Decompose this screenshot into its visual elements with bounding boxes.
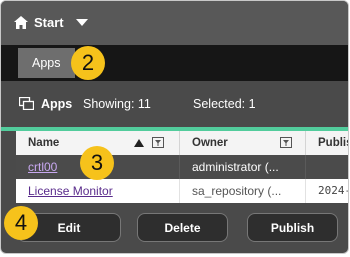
app-name-link[interactable]: License Monitor xyxy=(28,184,113,198)
cell-owner: administrator (... xyxy=(180,155,306,179)
table-row[interactable]: License Monitor sa_repository (... 2024-… xyxy=(16,179,348,203)
sort-ascending-icon[interactable] xyxy=(134,139,144,147)
column-publish-label: Publish xyxy=(318,137,348,149)
column-owner-label: Owner xyxy=(192,137,228,149)
table-row[interactable]: crtl00 administrator (... xyxy=(16,155,348,180)
cell-publish xyxy=(306,155,348,179)
step-badge-2: 2 xyxy=(71,46,105,80)
start-label: Start xyxy=(34,15,64,30)
filter-icon[interactable] xyxy=(152,137,164,148)
delete-button[interactable]: Delete xyxy=(137,213,228,242)
column-name-label: Name xyxy=(28,137,60,149)
qmc-panel: Start Apps Apps Showing: 11 Selected: 1 … xyxy=(0,0,349,254)
chevron-down-icon xyxy=(75,19,88,26)
tab-apps[interactable]: Apps xyxy=(18,48,75,78)
showing-count: Showing: 11 xyxy=(83,97,151,111)
step-badge-4: 4 xyxy=(4,206,38,240)
app-name-link[interactable]: crtl00 xyxy=(28,160,57,174)
cell-owner: sa_repository (... xyxy=(180,179,306,203)
column-owner[interactable]: Owner xyxy=(180,131,306,155)
publish-button[interactable]: Publish xyxy=(247,213,338,242)
apps-table: Name Owner Publish crtl00 administrator … xyxy=(16,131,348,203)
apps-title: Apps xyxy=(41,97,73,111)
step-badge-3: 3 xyxy=(80,146,114,180)
selected-count: Selected: 1 xyxy=(193,97,256,111)
start-menu-button[interactable]: Start xyxy=(14,15,88,30)
column-publish[interactable]: Publish xyxy=(306,131,348,155)
publish-button-label: Publish xyxy=(270,221,315,235)
apps-icon xyxy=(19,97,34,110)
table-header: Name Owner Publish xyxy=(16,131,348,156)
filter-icon[interactable] xyxy=(280,137,292,148)
delete-button-label: Delete xyxy=(164,221,201,235)
cell-name[interactable]: License Monitor xyxy=(16,179,180,203)
cell-publish: 2024-0 xyxy=(318,184,348,197)
apps-toolbar: Apps Showing: 11 Selected: 1 xyxy=(1,81,348,127)
home-icon xyxy=(14,16,28,29)
tab-apps-label: Apps xyxy=(32,56,61,70)
edit-button-label: Edit xyxy=(57,221,81,235)
